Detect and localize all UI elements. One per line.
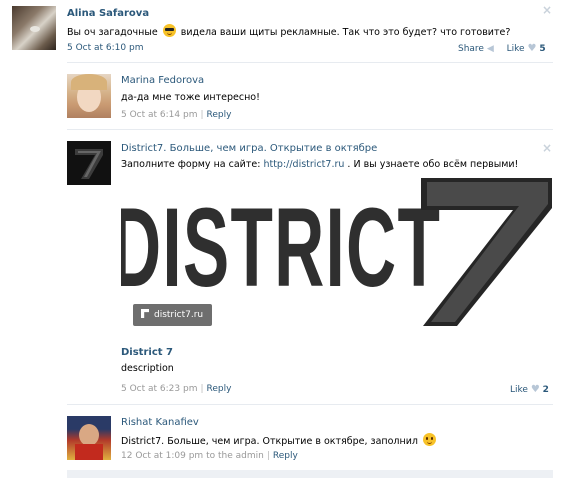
- reply-time-link[interactable]: 12 Oct at 1:09 pm: [121, 451, 203, 461]
- reply-text-body: District7. Больше, чем игра. Открытие в …: [121, 436, 418, 447]
- district7-logo-icon: [75, 149, 103, 179]
- scroll-edge: [67, 470, 553, 478]
- link-title[interactable]: District 7: [121, 347, 173, 358]
- post-text-start: Вы оч загадочные: [67, 27, 158, 38]
- close-icon[interactable]: ×: [542, 141, 552, 155]
- reply-author[interactable]: Rishat Kanafiev: [121, 417, 199, 428]
- reply-like: Like ♥ 2: [510, 384, 549, 395]
- reply-text-end: . И вы узнаете обо всём первыми!: [347, 159, 519, 170]
- link-preview-image[interactable]: DISTRICT 7 district7.ru: [121, 176, 552, 336]
- reply-author[interactable]: District7. Больше, чем игра. Открытие в …: [121, 143, 377, 154]
- reply-meta: 5 Oct at 6:23 pm | Reply: [121, 384, 231, 394]
- avatar-marina-fedorova[interactable]: [67, 74, 111, 118]
- post-text-end: видела ваши щиты рекламные. Так что это …: [180, 27, 511, 38]
- heart-icon: ♥: [530, 384, 540, 395]
- reply-button[interactable]: Reply: [207, 384, 232, 394]
- reply-text-start: Заполните форму на сайте:: [121, 159, 261, 170]
- divider: [67, 62, 553, 63]
- banner-district-text: DISTRICT: [121, 185, 442, 310]
- banner-seven-graphic: [421, 178, 552, 326]
- reply-text: да-да мне тоже интересно!: [121, 92, 260, 103]
- link-description: description: [121, 363, 174, 374]
- site-link[interactable]: http://district7.ru: [263, 159, 344, 170]
- avatar-alina-safarova[interactable]: [12, 6, 56, 50]
- post-time-link[interactable]: 5 Oct at 6:10 pm: [67, 43, 143, 53]
- close-icon[interactable]: ×: [542, 3, 552, 17]
- reply-author[interactable]: Marina Fedorova: [121, 75, 204, 86]
- to-admin-link[interactable]: to the admin: [206, 451, 264, 461]
- avatar-rishat-kanafiev[interactable]: [67, 416, 111, 460]
- reply-meta: 12 Oct at 1:09 pm to the admin | Reply: [121, 451, 298, 461]
- reply-text: Заполните форму на сайте: http://distric…: [121, 159, 518, 170]
- like-count[interactable]: 5: [539, 44, 545, 54]
- separator: |: [200, 384, 204, 394]
- divider: [67, 129, 553, 130]
- link-icon: [141, 309, 149, 318]
- reply-button[interactable]: Reply: [207, 110, 232, 120]
- share-icon: ◀: [486, 44, 494, 54]
- reply-meta: 5 Oct at 6:14 pm | Reply: [121, 110, 231, 120]
- link-tag[interactable]: district7.ru: [133, 304, 213, 326]
- reply-time-link[interactable]: 5 Oct at 6:14 pm: [121, 110, 197, 120]
- post-actions: Share ◀ Like ♥ 5: [458, 43, 546, 54]
- reply-text: District7. Больше, чем игра. Открытие в …: [121, 433, 438, 447]
- cool-sunglasses-emoji-icon: [162, 24, 176, 37]
- post-author[interactable]: Alina Safarova: [67, 8, 149, 19]
- like-button[interactable]: Like: [507, 44, 525, 54]
- separator: |: [200, 110, 204, 120]
- like-button[interactable]: Like: [510, 385, 528, 395]
- smile-emoji-icon: [423, 433, 436, 446]
- heart-icon: ♥: [527, 43, 537, 54]
- share-button[interactable]: Share: [458, 44, 484, 54]
- avatar-district7[interactable]: [67, 141, 111, 185]
- like-count[interactable]: 2: [543, 385, 549, 395]
- divider: [67, 404, 553, 405]
- reply-time-link[interactable]: 5 Oct at 6:23 pm: [121, 384, 197, 394]
- post-timestamp[interactable]: 5 Oct at 6:10 pm: [67, 43, 143, 53]
- post-text: Вы оч загадочные видела ваши щиты реклам…: [67, 24, 510, 38]
- separator: |: [266, 451, 270, 461]
- reply-button[interactable]: Reply: [273, 451, 298, 461]
- link-tag-label: district7.ru: [154, 310, 204, 320]
